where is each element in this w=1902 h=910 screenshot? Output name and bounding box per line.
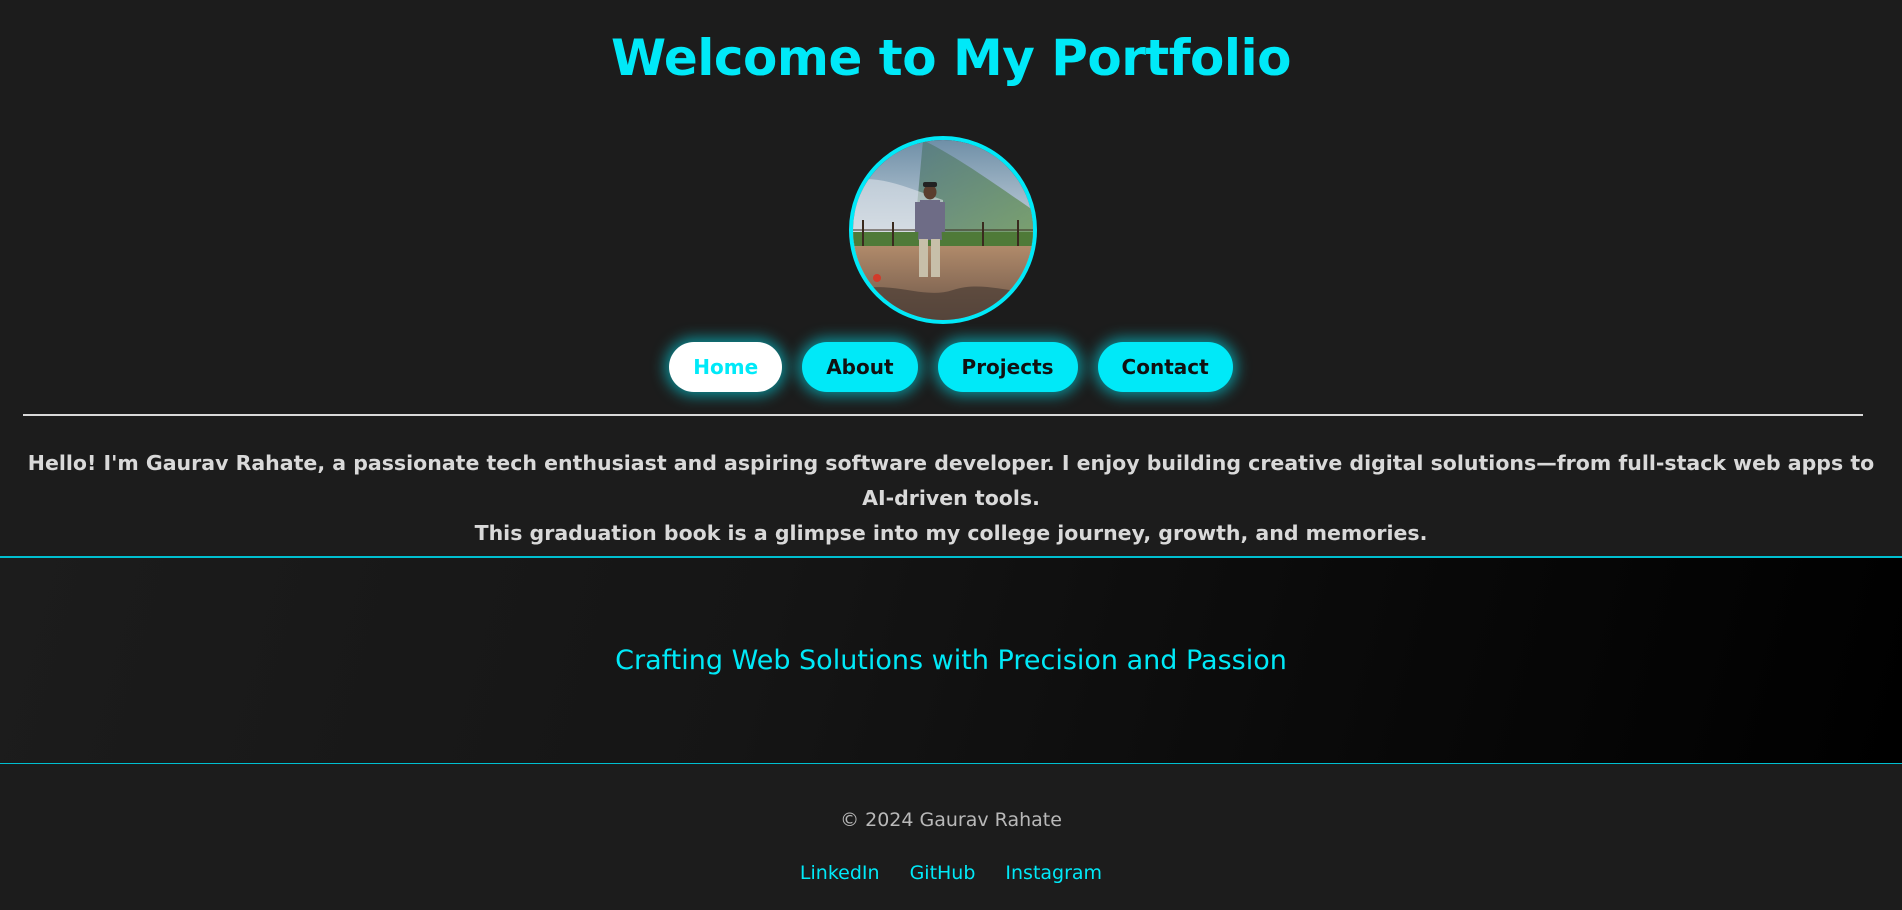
main-nav: Home About Projects Contact	[0, 342, 1902, 392]
copyright-text: © 2024 Gaurav Rahate	[840, 809, 1062, 831]
social-links: LinkedIn GitHub Instagram	[0, 860, 1902, 886]
avatar	[849, 136, 1037, 324]
nav-about-button[interactable]: About	[802, 342, 918, 392]
hero-tagline: Crafting Web Solutions with Precision an…	[615, 645, 1287, 676]
intro-text: Hello! I'm Gaurav Rahate, a passionate t…	[20, 446, 1882, 551]
nav-projects-button[interactable]: Projects	[937, 342, 1078, 392]
linkedin-link[interactable]: LinkedIn	[800, 860, 880, 886]
site-footer: © 2024 Gaurav Rahate LinkedIn GitHub Ins…	[0, 765, 1902, 910]
nav-home-button[interactable]: Home	[669, 342, 783, 392]
header-divider	[23, 414, 1863, 416]
github-link[interactable]: GitHub	[910, 860, 976, 886]
profile-photo	[853, 140, 1033, 320]
portfolio-page: Welcome to My Portfolio Home About Proje…	[0, 0, 1902, 910]
intro-line: This graduation book is a glimpse into m…	[474, 521, 1428, 545]
page-title: Welcome to My Portfolio	[610, 29, 1292, 87]
nav-contact-button[interactable]: Contact	[1097, 342, 1233, 392]
instagram-link[interactable]: Instagram	[1005, 860, 1102, 886]
hero-banner: Crafting Web Solutions with Precision an…	[0, 556, 1902, 764]
intro-line: Hello! I'm Gaurav Rahate, a passionate t…	[27, 451, 1875, 510]
site-header: Welcome to My Portfolio Home About Proje…	[0, 0, 1902, 556]
